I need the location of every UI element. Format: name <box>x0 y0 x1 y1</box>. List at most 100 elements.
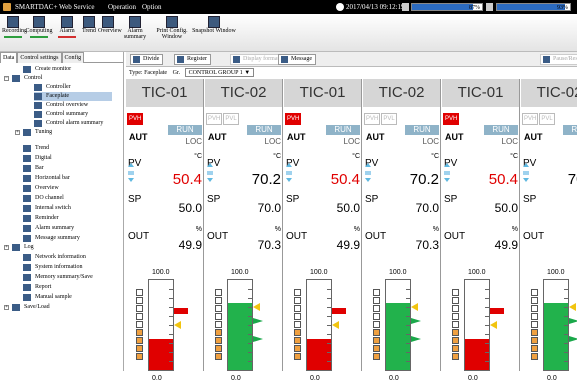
alarm-summary-button[interactable]: Alarm summary <box>119 16 151 40</box>
mode-run[interactable]: RUN <box>168 125 202 135</box>
camera-icon <box>208 16 220 28</box>
print-config-window-button[interactable]: Print Config. Window <box>152 16 192 40</box>
sidebar-item-manual-sample[interactable]: Manual sample <box>23 293 112 302</box>
expander-icon[interactable]: + <box>4 305 9 310</box>
mode-run[interactable]: RUN <box>247 125 281 135</box>
sidebar-item-log[interactable]: Log <box>12 243 112 252</box>
bar-tick <box>327 316 331 317</box>
recording-button[interactable]: Recording <box>2 16 27 38</box>
sidebar-item-controller[interactable]: Controller <box>34 83 112 92</box>
faceplate-panel[interactable]: TIC-02 PVH PVL AUT RUN LOC PV °C 70.2 SP 70.0 OUT% 7… <box>205 79 283 382</box>
recording-icon <box>7 16 19 28</box>
menu-option[interactable]: Option <box>142 0 161 14</box>
expander-icon[interactable]: + <box>4 245 9 250</box>
out-label: OUT <box>365 231 387 242</box>
mode-run[interactable]: RUN <box>326 125 360 135</box>
gauge-cell <box>373 297 380 304</box>
alarm-indicators: PVH PVL <box>364 113 398 125</box>
expander-icon[interactable]: + <box>15 130 20 135</box>
alarm-label: Alarm <box>59 28 75 34</box>
gauge-cell <box>294 313 301 320</box>
alarm-button[interactable]: Alarm <box>56 16 78 38</box>
alarm-badge: PVH <box>206 113 223 125</box>
active-underline <box>58 36 76 38</box>
sidebar-item-internal-switch[interactable]: Internal switch <box>23 204 112 213</box>
tab-config[interactable]: Config <box>61 52 85 63</box>
out-value[interactable]: 49.9 <box>337 238 360 252</box>
sp-value[interactable]: 50.0 <box>337 201 360 215</box>
sidebar-item-save-load[interactable]: Save/Load <box>12 303 112 312</box>
trend-button[interactable]: Trend <box>80 16 98 34</box>
sidebar-item-control-overview[interactable]: Control overview <box>34 101 112 110</box>
message-button[interactable]: Message <box>278 54 316 65</box>
sp-value[interactable]: 50.0 <box>179 201 202 215</box>
pv-bar-fill <box>544 302 568 370</box>
gauge-cell <box>452 321 459 328</box>
out-value[interactable]: 70.3 <box>258 238 281 252</box>
overview-button[interactable]: Overview <box>98 16 122 34</box>
mode-loc: LOC <box>422 137 439 146</box>
arrow-mid-icon <box>128 171 134 175</box>
sidebar-item-control-alarm-summary[interactable]: Control alarm summary <box>34 119 112 128</box>
sidebar-item-horizontal-bar[interactable]: Horizontal bar <box>23 174 112 183</box>
divide-button[interactable]: Divide <box>130 54 164 65</box>
sidebar-item-create-monitor[interactable]: Create monitor <box>23 65 112 74</box>
sidebar-item-digital[interactable]: Digital <box>23 154 112 163</box>
mode-block: AUT RUN LOC <box>521 125 577 149</box>
mode-aut[interactable]: AUT <box>208 132 227 142</box>
mode-aut[interactable]: AUT <box>366 132 385 142</box>
gauge-cell <box>136 345 143 352</box>
alarm-indicators: PVH PVL <box>206 113 240 125</box>
sidebar-item-control[interactable]: Control <box>12 74 112 83</box>
mode-run[interactable]: RUN <box>563 125 577 135</box>
mode-aut[interactable]: AUT <box>524 132 543 142</box>
out-value[interactable]: 49.9 <box>495 238 518 252</box>
tab-control-settings[interactable]: Control settings <box>17 52 62 63</box>
faceplate-panel[interactable]: TIC-01 PVH AUT RUN LOC PV °C 50.4 SP 50.0 OUT% 49.9… <box>284 79 362 382</box>
tab-data[interactable]: Data <box>0 52 18 63</box>
snapshot-window-button[interactable]: Snapshot Window <box>192 16 236 34</box>
faceplate-panel[interactable]: TIC-02 PVHPVL AUT RUN LOC PV°C70.2SP70. OUT%70… <box>521 79 577 382</box>
faceplate-panel[interactable]: TIC-01 PVH AUT RUN LOC PV °C 50.4 SP 50.0 OUT% 49.9… <box>126 79 204 382</box>
sidebar-item-network-information[interactable]: Network information <box>23 253 112 262</box>
expander-icon[interactable]: − <box>4 76 9 81</box>
out-block: OUT% 49.9 <box>286 226 360 252</box>
out-block: OUT%70. <box>523 226 577 244</box>
sidebar-item-message-summary[interactable]: Message summary <box>23 234 112 243</box>
sidebar-item-system-information[interactable]: System information <box>23 263 112 272</box>
faceplate-panel[interactable]: TIC-01 PVH AUT RUN LOC PV °C 50.4 SP 50.0 OUT% 49.9… <box>442 79 520 382</box>
sidebar-item-alarm-summary[interactable]: Alarm summary <box>23 224 112 233</box>
sidebar-item-control-summary[interactable]: Control summary <box>34 110 112 119</box>
gauge-cell <box>531 297 538 304</box>
sidebar-item-report[interactable]: Report <box>23 283 112 292</box>
mode-aut[interactable]: AUT <box>129 132 148 142</box>
sidebar-item-reminder[interactable]: Reminder <box>23 214 112 223</box>
display-format-icon <box>233 56 240 63</box>
out-value[interactable]: 70.3 <box>416 238 439 252</box>
sidebar-item-memory-summary-save[interactable]: Memory summary/Save <box>23 273 112 282</box>
sp-value[interactable]: 70.0 <box>416 201 439 215</box>
sidebar-item-do-channel[interactable]: DO channel <box>23 194 112 203</box>
faceplate-panel[interactable]: TIC-02 PVH PVL AUT RUN LOC PV °C 70.2 SP 70.0 OUT% 7… <box>363 79 441 382</box>
sp-value[interactable]: 50.0 <box>495 201 518 215</box>
sp-value[interactable]: 70.0 <box>258 201 281 215</box>
arrow-down-icon <box>365 178 371 182</box>
mode-aut[interactable]: AUT <box>287 132 306 142</box>
bar-tick <box>485 361 489 362</box>
menu-operation[interactable]: Operation <box>108 0 136 14</box>
arrow-down-icon <box>523 178 529 182</box>
alarm-badge: PVH <box>522 113 539 125</box>
sidebar-item-trend[interactable]: Trend <box>23 144 112 153</box>
sidebar-tabs: Data Control settings Config <box>0 52 123 63</box>
register-button[interactable]: Register <box>174 54 211 65</box>
out-value[interactable]: 49.9 <box>179 238 202 252</box>
sidebar-item-faceplate[interactable]: Faceplate <box>34 92 112 101</box>
sidebar-item-tuning[interactable]: Tuning <box>23 128 112 137</box>
mode-run[interactable]: RUN <box>405 125 439 135</box>
mode-aut[interactable]: AUT <box>445 132 464 142</box>
sidebar-item-bar[interactable]: Bar <box>23 164 112 173</box>
group-select[interactable]: CONTROL GROUP 1 ▼ <box>184 68 255 77</box>
computing-button[interactable]: Computing <box>24 16 54 38</box>
mode-run[interactable]: RUN <box>484 125 518 135</box>
sidebar-item-overview[interactable]: Overview <box>23 184 112 193</box>
